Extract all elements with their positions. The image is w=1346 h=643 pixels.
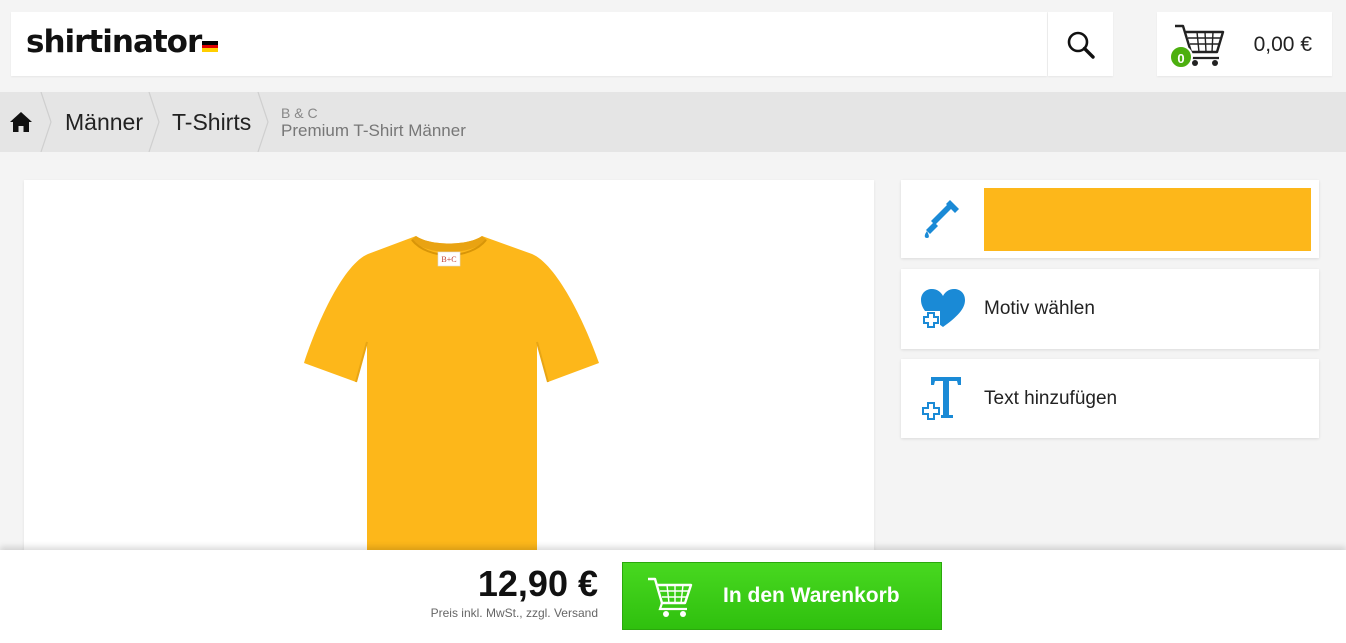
text-plus-icon (921, 377, 961, 421)
shopping-cart-icon (648, 577, 693, 617)
logo-bar: shirtinator (11, 12, 1047, 76)
add-to-cart-button[interactable]: In den Warenkorb (622, 562, 942, 630)
breadcrumb-separator (40, 92, 52, 152)
breadcrumb-label: Männer (65, 108, 143, 135)
mini-cart[interactable]: 0 0,00 € (1157, 12, 1332, 76)
breadcrumb-item-maenner[interactable]: Männer (65, 92, 143, 152)
price-note: Preis inkl. MwSt., zzgl. Versand (430, 606, 598, 620)
choose-motif-button[interactable]: Motiv wählen (901, 269, 1319, 349)
home-icon (10, 112, 32, 132)
color-dropper-icon (924, 200, 959, 238)
color-selector[interactable] (901, 180, 1319, 258)
breadcrumb-separator (257, 92, 269, 152)
germany-flag-icon[interactable] (202, 41, 218, 53)
selected-color-swatch[interactable] (984, 188, 1311, 251)
breadcrumb-item-tshirts[interactable]: T-Shirts (172, 92, 251, 152)
product-image[interactable]: B+C (294, 230, 604, 560)
search-icon (1067, 31, 1095, 59)
breadcrumb-home[interactable] (0, 92, 42, 152)
product-price: 12,90 € (477, 563, 598, 604)
logo[interactable]: shirtinator (26, 24, 202, 60)
breadcrumb-separator (148, 92, 160, 152)
breadcrumb-label: T-Shirts (172, 108, 252, 135)
cart-count-badge: 0 (1169, 45, 1193, 69)
cart-amount: 0,00 € (1253, 33, 1312, 56)
add-text-button[interactable]: Text hinzufügen (901, 359, 1319, 438)
product-name: Premium T-Shirt Männer (281, 121, 466, 140)
heart-plus-icon (921, 289, 965, 329)
choose-motif-label: Motiv wählen (984, 298, 1095, 319)
add-text-label: Text hinzufügen (984, 388, 1118, 409)
add-to-cart-label: In den Warenkorb (723, 584, 900, 607)
breadcrumb: Männer T-Shirts B & C Premium T-Shirt Mä… (0, 92, 1346, 152)
product-label-text: B+C (441, 255, 456, 264)
checkout-bar: 12,90 € Preis inkl. MwSt., zzgl. Versand… (0, 550, 1346, 643)
top-bar: shirtinator 0 0,00 € (0, 0, 1346, 92)
search-button[interactable] (1048, 12, 1113, 76)
product-brand: B & C (281, 105, 318, 121)
breadcrumb-current: B & C Premium T-Shirt Männer (281, 105, 466, 141)
